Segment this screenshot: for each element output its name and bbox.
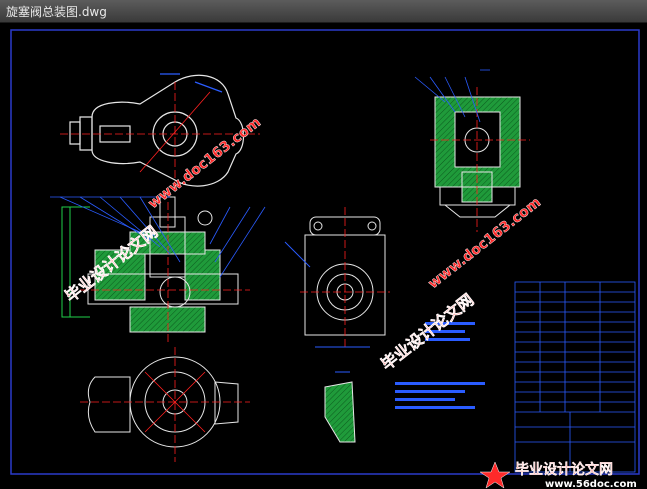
bottom-view xyxy=(80,347,250,462)
top-view xyxy=(60,73,260,187)
cad-viewer-window: 旋塞阀总装图.dwg www.doc163.com 毕业设计论文网 www.do… xyxy=(0,0,647,489)
detail-view xyxy=(324,371,356,443)
footer-url-text: www.56doc.com xyxy=(545,479,637,489)
window-title: 旋塞阀总装图.dwg xyxy=(6,5,107,19)
footer-cn-text: 毕业设计论文网 xyxy=(515,461,613,478)
front-view xyxy=(284,207,390,348)
watermark-url-1: www.doc163.com xyxy=(145,114,264,212)
title-block xyxy=(514,281,636,473)
footer-watermark: 毕业设计论文网 www.56doc.com xyxy=(479,461,637,489)
title-bar: 旋塞阀总装图.dwg xyxy=(0,0,647,23)
main-section-view xyxy=(50,196,266,342)
side-section-view xyxy=(414,69,530,232)
drawing-canvas[interactable]: www.doc163.com 毕业设计论文网 www.doc163.com 毕业… xyxy=(0,22,647,489)
star-logo-icon xyxy=(479,461,511,489)
watermark-url-2: www.doc163.com xyxy=(425,194,544,292)
